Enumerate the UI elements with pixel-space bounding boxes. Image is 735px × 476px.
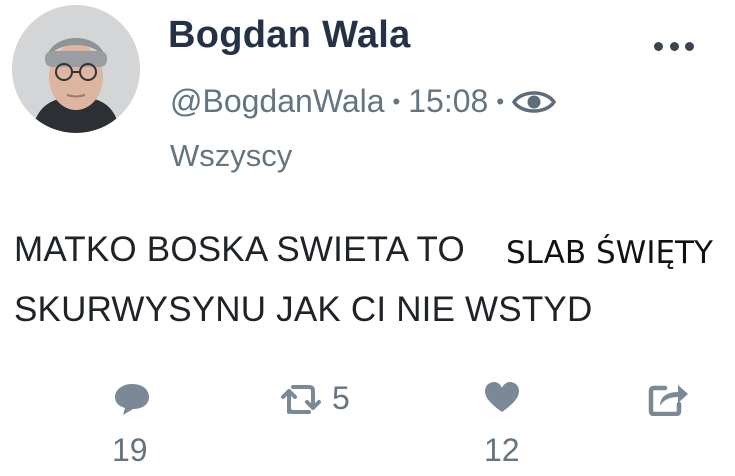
handle[interactable]: @BogdanWala bbox=[170, 83, 385, 120]
reply-button[interactable] bbox=[113, 382, 151, 416]
more-options-button[interactable] bbox=[654, 40, 694, 52]
share-icon bbox=[648, 385, 688, 416]
avatar-photo bbox=[12, 5, 140, 133]
comment-bubble-icon bbox=[115, 384, 149, 415]
like-button[interactable] bbox=[483, 380, 521, 414]
more-dot bbox=[654, 41, 663, 51]
more-dot bbox=[685, 41, 694, 51]
more-dot bbox=[669, 41, 679, 51]
overlay-text: SLAB ŚWIĘTY bbox=[506, 235, 713, 271]
retweet-icon bbox=[281, 384, 321, 414]
retweet-button[interactable]: 5 bbox=[279, 380, 350, 417]
reply-count: 19 bbox=[112, 432, 148, 468]
display-name[interactable]: Bogdan Wala bbox=[168, 14, 411, 57]
meta-separator: • bbox=[496, 88, 505, 114]
like-count: 12 bbox=[484, 432, 520, 468]
avatar[interactable] bbox=[12, 5, 140, 133]
timestamp[interactable]: 15:08 bbox=[408, 83, 488, 120]
tweet-text-line-1: MATKO BOSKA SWIETA TO bbox=[14, 230, 465, 269]
audience-label: Wszyscy bbox=[170, 138, 293, 173]
tweet-text-line-2: SKURWYSYNU JAK CI NIE WSTYD bbox=[14, 290, 593, 329]
share-button[interactable] bbox=[648, 380, 690, 416]
tweet-meta: @BogdanWala • 15:08 • bbox=[170, 83, 557, 120]
meta-separator: • bbox=[392, 88, 401, 114]
heart-icon bbox=[485, 382, 519, 412]
eye-icon bbox=[512, 90, 557, 113]
retweet-count: 5 bbox=[332, 380, 350, 416]
